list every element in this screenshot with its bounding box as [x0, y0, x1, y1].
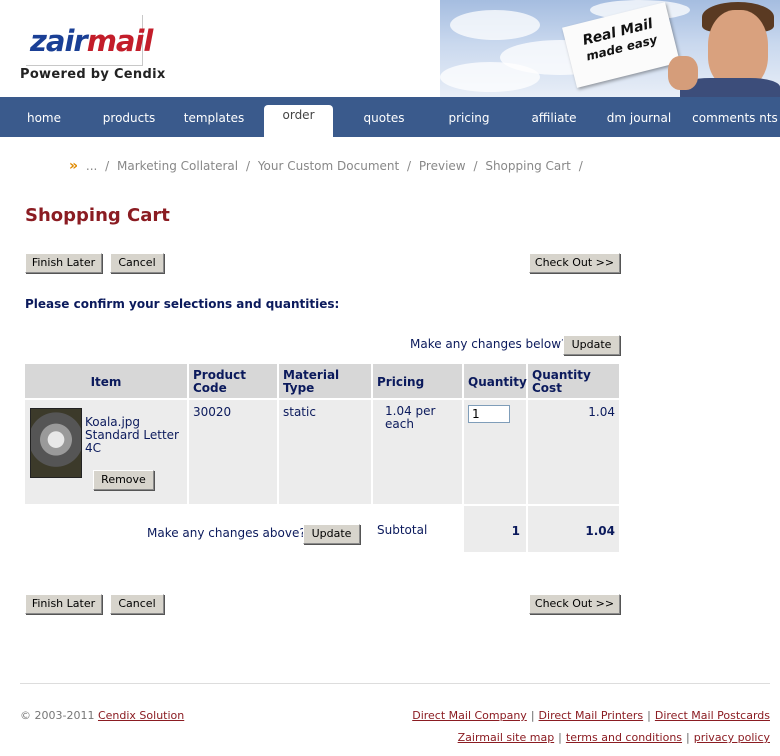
subtotal-cost: 1.04 [528, 506, 619, 552]
person-hand [668, 56, 698, 90]
banner-tagline: Real Mail made easy [581, 15, 659, 64]
footer-links-row1: Direct Mail Company | Direct Mail Printers… [412, 709, 770, 722]
breadcrumb-item[interactable]: Your Custom Document [258, 159, 399, 173]
direct-mail-printers-link[interactable]: Direct Mail Printers [539, 709, 644, 722]
nav-products[interactable]: products [94, 97, 164, 137]
breadcrumb-item[interactable]: ... [86, 159, 97, 173]
table-row-item-cell: Koala.jpg Standard Letter 4C Remove [25, 400, 187, 504]
nav-dm-journal[interactable]: dm journal [602, 97, 676, 137]
col-header-material-type: Material Type [279, 364, 371, 398]
breadcrumb: » ... / Marketing Collateral / Your Cust… [69, 158, 583, 174]
remove-button[interactable]: Remove [93, 470, 154, 490]
col-header-quantity: Quantity [464, 364, 527, 398]
direct-mail-company-link[interactable]: Direct Mail Company [412, 709, 527, 722]
item-size: 4C [85, 441, 102, 455]
breadcrumb-item[interactable]: Marketing Collateral [117, 159, 238, 173]
nav-affiliate[interactable]: affiliate [522, 97, 586, 137]
footer-divider [20, 683, 770, 684]
pricing-cell: 1.04 per each [373, 400, 462, 504]
nav-home[interactable]: home [14, 97, 74, 137]
banner-card: Real Mail made easy [562, 2, 680, 88]
terms-link[interactable]: terms and conditions [566, 731, 682, 744]
privacy-policy-link[interactable]: privacy policy [694, 731, 770, 744]
logo-wordmark: zairmail [30, 24, 153, 58]
col-header-item: Item [25, 364, 187, 398]
check-out-button[interactable]: Check Out >> [529, 253, 620, 273]
changes-below-label: Make any changes below? [410, 337, 568, 351]
finish-later-button-bottom[interactable]: Finish Later [25, 594, 102, 614]
subtotal-quantity: 1 [464, 506, 526, 552]
col-header-pricing: Pricing [373, 364, 462, 398]
site-map-link[interactable]: Zairmail site map [458, 731, 555, 744]
material-type-cell: static [279, 400, 371, 504]
main-nav: home products templates order quotes pri… [0, 97, 780, 137]
nav-order[interactable]: order [264, 105, 333, 137]
product-code-cell: 30020 [189, 400, 277, 504]
footer-copyright: © 2003-2011 Cendix Solution [20, 709, 185, 722]
quantity-input[interactable] [468, 405, 510, 423]
subtotal-label: Subtotal [377, 523, 428, 537]
check-out-button-bottom[interactable]: Check Out >> [529, 594, 620, 614]
breadcrumb-item[interactable]: Shopping Cart [485, 159, 571, 173]
confirm-instructions: Please confirm your selections and quant… [25, 297, 340, 311]
page-title: Shopping Cart [25, 205, 170, 226]
powered-by-text: Powered by Cendix [20, 67, 166, 82]
nav-templates[interactable]: templates [176, 97, 252, 137]
footer-links-row2: Zairmail site map | terms and conditions | p… [457, 731, 770, 744]
direct-mail-postcards-link[interactable]: Direct Mail Postcards [655, 709, 770, 722]
koala-thumbnail [30, 408, 82, 478]
site-header: zairmail Powered by Cendix Real Mail mad… [0, 0, 780, 97]
nav-comments[interactable]: comments nts [690, 97, 780, 137]
col-header-quantity-cost: Quantity Cost [528, 364, 619, 398]
nav-pricing[interactable]: pricing [439, 97, 499, 137]
nav-quotes[interactable]: quotes [354, 97, 414, 137]
zairmail-logo[interactable]: zairmail [26, 15, 153, 66]
update-button-top[interactable]: Update [563, 335, 620, 355]
cendix-solution-link[interactable]: Cendix Solution [98, 709, 184, 722]
changes-above-label: Make any changes above? [147, 526, 306, 540]
quantity-cost-cell: 1.04 [528, 400, 619, 504]
person-face [708, 10, 768, 88]
cancel-button[interactable]: Cancel [110, 253, 164, 273]
breadcrumb-item[interactable]: Preview [419, 159, 466, 173]
cart-table: Item Product Code Material Type Pricing … [25, 364, 619, 552]
finish-later-button[interactable]: Finish Later [25, 253, 102, 273]
quantity-cell [464, 400, 526, 504]
update-button-bottom[interactable]: Update [303, 524, 360, 544]
cancel-button-bottom[interactable]: Cancel [110, 594, 164, 614]
col-header-product-code: Product Code [189, 364, 277, 398]
header-banner-image: Real Mail made easy [440, 0, 780, 97]
breadcrumb-arrow-icon: » [69, 158, 79, 174]
